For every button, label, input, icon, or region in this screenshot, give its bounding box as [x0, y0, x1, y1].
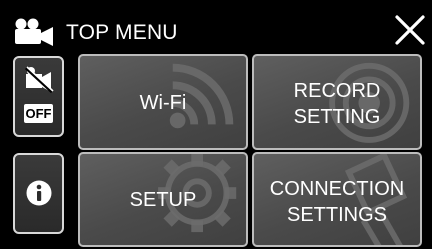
video-camera-icon: [15, 18, 53, 46]
info-button[interactable]: [13, 153, 64, 234]
info-icon: [26, 180, 52, 206]
sound-off-button[interactable]: OFF: [13, 56, 64, 137]
header: TOP MENU: [0, 0, 432, 56]
page-title: TOP MENU: [66, 21, 178, 44]
off-badge: OFF: [24, 104, 53, 123]
wifi-label: Wi-Fi: [139, 92, 187, 114]
connection-settings-tile[interactable]: CONNECTION SETTINGS: [252, 152, 422, 247]
setup-label: SETUP: [129, 189, 197, 211]
wifi-tile[interactable]: Wi-Fi: [78, 54, 248, 150]
sound-off-icon: [24, 66, 54, 94]
record-label-line2: SETTING: [293, 106, 381, 128]
setup-tile[interactable]: SETUP: [78, 152, 248, 247]
connection-label-line2: SETTINGS: [286, 204, 387, 226]
record-setting-tile[interactable]: RECORD SETTING: [252, 54, 422, 150]
connection-label-line1: CONNECTION: [269, 178, 405, 200]
record-label-line1: RECORD: [293, 80, 381, 102]
close-icon[interactable]: [392, 12, 428, 48]
